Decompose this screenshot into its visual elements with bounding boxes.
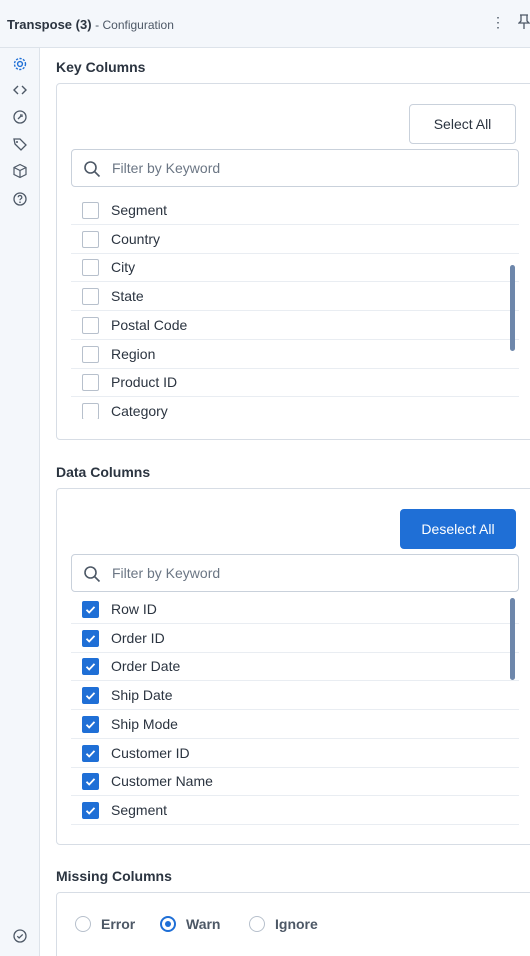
search-placeholder: Filter by Keyword — [112, 565, 221, 581]
list-item-label: Customer Name — [111, 773, 213, 790]
key-columns-list: Segment Country City State Postal Code Region… — [71, 196, 519, 419]
list-item-label: Order ID — [111, 629, 165, 646]
radio-ignore[interactable]: Ignore — [249, 914, 318, 934]
list-item[interactable]: Country — [71, 225, 519, 254]
list-item-label: Ship Date — [111, 687, 173, 704]
list-item[interactable]: Order Date — [71, 652, 519, 682]
checkbox[interactable] — [82, 374, 99, 392]
list-item-label: Country — [111, 230, 161, 247]
radio-error[interactable]: Error — [75, 914, 135, 934]
checkbox[interactable] — [82, 715, 99, 733]
radio-warn-circle[interactable] — [160, 916, 176, 932]
radio-ignore-label: Ignore — [275, 916, 318, 932]
data-columns-list: Row ID Order ID Order Date Ship Date Ship Mo… — [71, 595, 519, 827]
help-icon[interactable] — [12, 191, 28, 207]
search-icon — [84, 566, 101, 583]
check-icon — [85, 778, 96, 786]
list-item-label: Customer ID — [111, 744, 190, 761]
list-item-label: Ship Mode — [111, 715, 178, 732]
list-item[interactable]: Region — [71, 340, 519, 369]
radio-error-circle[interactable] — [75, 916, 91, 932]
list-item-label: Postal Code — [111, 316, 188, 333]
list-item-label: Segment — [111, 801, 168, 818]
radio-error-label: Error — [101, 916, 136, 932]
deselect-all-button[interactable]: Deselect All — [400, 509, 516, 549]
check-icon — [85, 663, 96, 672]
gear-icon[interactable] — [12, 56, 28, 72]
data-columns-search[interactable]: Filter by Keyword — [71, 554, 519, 592]
radio-warn-label: Warn — [186, 916, 221, 932]
side-rail — [0, 48, 40, 956]
key-columns-scrollbar[interactable] — [510, 265, 515, 351]
panel-title: Transpose (3) - Configuration — [7, 17, 174, 32]
code-icon[interactable] — [12, 82, 28, 98]
check-icon — [85, 606, 96, 614]
checkbox[interactable] — [82, 773, 99, 791]
list-item[interactable]: Category — [71, 397, 519, 419]
check-circle-icon[interactable] — [12, 928, 28, 944]
select-all-button[interactable]: Select All — [409, 104, 516, 144]
list-item[interactable]: Order ID — [71, 624, 519, 653]
checkbox[interactable] — [82, 744, 99, 762]
key-columns-title: Key Columns — [56, 59, 146, 75]
list-item-label: Segment — [111, 202, 168, 218]
key-columns-search[interactable]: Filter by Keyword — [71, 149, 519, 187]
list-item[interactable]: Customer Name — [71, 767, 519, 797]
list-item-label: Order Date — [111, 658, 181, 675]
list-item-label: Product ID — [111, 374, 178, 391]
data-columns-scrollbar[interactable] — [510, 598, 515, 680]
list-item-label: City — [111, 259, 136, 276]
tool-name: Transpose (3) — [7, 17, 92, 32]
check-icon — [85, 807, 96, 815]
list-item[interactable]: Segment — [71, 796, 519, 825]
list-item[interactable]: Product ID — [71, 368, 519, 398]
list-item-label: Category — [111, 402, 168, 419]
list-item-label: Row ID — [111, 601, 157, 617]
panel-subtitle: - Configuration — [95, 18, 174, 32]
radio-warn[interactable]: Warn — [160, 914, 220, 934]
list-item-label: Region — [111, 345, 156, 362]
checkbox[interactable] — [82, 658, 99, 676]
list-item[interactable]: Segment — [71, 196, 519, 225]
panel-header: Transpose (3) - Configuration ⋮ — [0, 0, 530, 48]
pin-icon[interactable] — [517, 14, 530, 33]
check-icon — [85, 721, 96, 729]
check-icon — [85, 692, 96, 700]
checkbox[interactable] — [82, 801, 99, 819]
checkbox[interactable] — [82, 202, 99, 219]
list-item[interactable]: Customer ID — [71, 739, 519, 768]
list-item[interactable]: Row ID — [71, 595, 519, 624]
checkbox[interactable] — [82, 629, 99, 647]
kebab-menu-icon[interactable]: ⋮ — [491, 14, 505, 31]
check-icon — [85, 634, 96, 643]
checkbox[interactable] — [82, 345, 99, 363]
list-item[interactable]: Ship Date — [71, 681, 519, 711]
search-icon — [84, 161, 101, 178]
list-item[interactable]: City — [71, 253, 519, 283]
list-item[interactable]: Postal Code — [71, 311, 519, 340]
cube-icon[interactable] — [12, 163, 28, 179]
radio-ignore-circle[interactable] — [249, 916, 265, 932]
list-item-label: State — [111, 288, 144, 305]
data-columns-title: Data Columns — [56, 464, 151, 480]
tag-icon[interactable] — [12, 136, 28, 152]
checkbox[interactable] — [82, 402, 99, 419]
search-placeholder: Filter by Keyword — [112, 160, 221, 176]
checkbox[interactable] — [82, 259, 99, 277]
list-item[interactable]: State — [71, 282, 519, 312]
check-icon — [85, 749, 96, 758]
checkbox[interactable] — [82, 230, 99, 248]
tool-icon[interactable] — [12, 109, 28, 125]
checkbox[interactable] — [82, 687, 99, 705]
missing-columns-title: Missing Columns — [56, 868, 172, 884]
checkbox[interactable] — [82, 601, 99, 618]
checkbox[interactable] — [82, 288, 99, 306]
list-item[interactable]: Ship Mode — [71, 710, 519, 739]
checkbox[interactable] — [82, 316, 99, 334]
